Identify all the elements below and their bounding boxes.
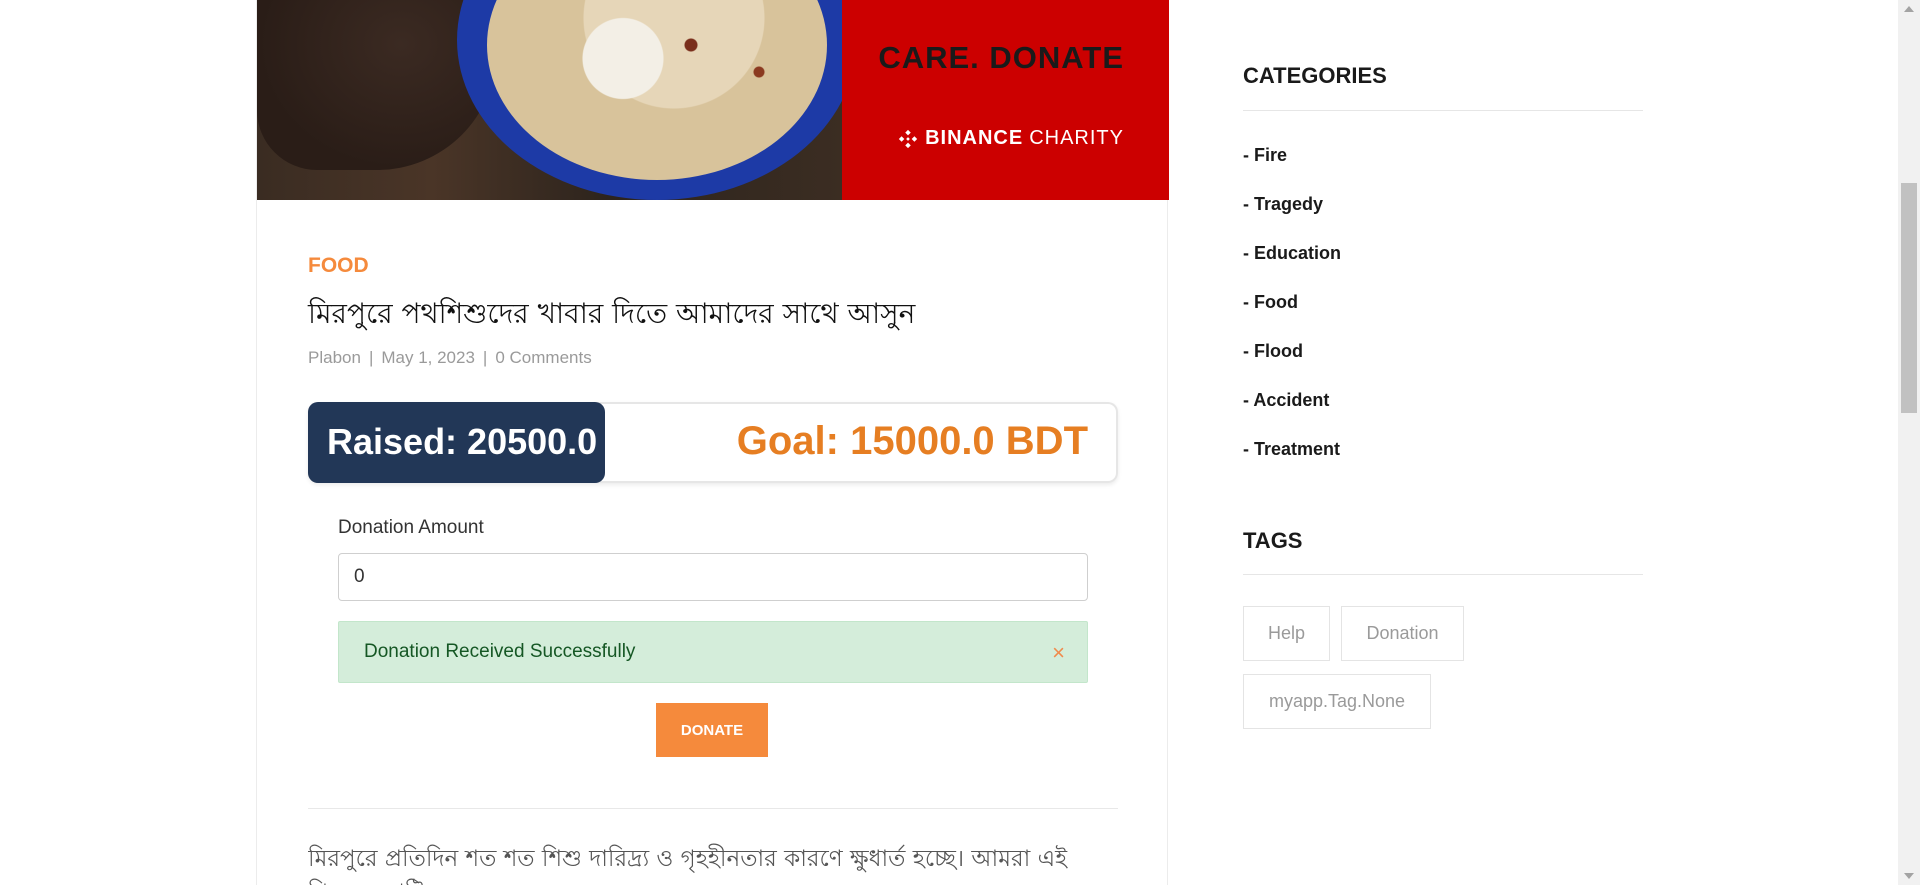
hero-banner: CARE. DONATE BINANCE CHARITY	[842, 0, 1169, 200]
scrollbar-thumb[interactable]	[1901, 183, 1917, 413]
post-category[interactable]: FOOD	[308, 254, 369, 278]
category-link-flood[interactable]: - Flood	[1243, 341, 1303, 361]
binance-charity-logo: BINANCE CHARITY	[897, 127, 1124, 150]
hero-image: CARE. DONATE BINANCE CHARITY	[257, 0, 1169, 200]
category-item-education: - Education	[1243, 243, 1341, 292]
category-item-fire: - Fire	[1243, 145, 1341, 194]
tag-donation[interactable]: Donation	[1341, 606, 1464, 661]
binance-logo-icon	[898, 129, 918, 148]
brand-name: BINANCE	[925, 127, 1024, 149]
food-photo	[257, 0, 842, 200]
post-body: মিরপুরে প্রতিদিন শত শত শিশু দারিদ্র্য ও …	[308, 846, 1068, 885]
donation-amount-input[interactable]	[338, 553, 1088, 601]
category-link-treatment[interactable]: - Treatment	[1243, 439, 1340, 459]
alert-message: Donation Received Successfully	[364, 641, 636, 662]
meta-separator: |	[368, 348, 374, 367]
donate-button[interactable]: DONATE	[656, 703, 768, 757]
category-item-food: - Food	[1243, 292, 1341, 341]
categories-divider	[1243, 110, 1643, 111]
category-item-treatment: - Treatment	[1243, 439, 1341, 488]
page-scrollbar[interactable]	[1898, 0, 1920, 885]
meta-separator: |	[482, 348, 488, 367]
post-meta: Plabon | May 1, 2023 | 0 Comments	[308, 348, 592, 368]
raised-amount: Raised: 20500.0 BDT	[327, 421, 682, 462]
category-link-tragedy[interactable]: - Tragedy	[1243, 194, 1323, 214]
tag-none[interactable]: myapp.Tag.None	[1243, 674, 1431, 729]
article-card: CARE. DONATE BINANCE CHARITY FOOD মিরপুর…	[256, 0, 1169, 885]
category-list: - Fire - Tragedy - Education - Food - Fl…	[1243, 145, 1341, 488]
category-item-flood: - Flood	[1243, 341, 1341, 390]
tags-divider	[1243, 574, 1643, 575]
category-link-education[interactable]: - Education	[1243, 243, 1341, 263]
post-author[interactable]: Plabon	[308, 348, 361, 368]
divider	[308, 808, 1118, 809]
scroll-up-icon[interactable]	[1904, 6, 1914, 12]
category-link-accident[interactable]: - Accident	[1243, 390, 1329, 410]
category-item-tragedy: - Tragedy	[1243, 194, 1341, 243]
scroll-down-icon[interactable]	[1904, 873, 1914, 879]
categories-title: CATEGORIES	[1243, 63, 1387, 88]
close-icon[interactable]: ×	[1052, 640, 1065, 666]
category-link-food[interactable]: - Food	[1243, 292, 1298, 312]
category-item-accident: - Accident	[1243, 390, 1341, 439]
donation-amount-label: Donation Amount	[338, 517, 484, 538]
goal-amount: Goal: 15000.0 BDT	[736, 419, 1088, 463]
category-link-fire[interactable]: - Fire	[1243, 145, 1287, 165]
hero-tagline: CARE. DONATE	[878, 40, 1124, 75]
success-alert: Donation Received Successfully ×	[338, 621, 1088, 683]
post-title: মিরপুরে পথশিশুদের খাবার দিতে আমাদের সাথে…	[308, 297, 916, 330]
tag-help[interactable]: Help	[1243, 606, 1330, 661]
brand-suffix: CHARITY	[1029, 127, 1124, 149]
donation-progress-bar: Raised: 20500.0 BDT Goal: 15000.0 BDT	[308, 402, 1118, 483]
sidebar: CATEGORIES - Fire - Tragedy - Education …	[1243, 0, 1643, 885]
tags-title: TAGS	[1243, 528, 1303, 553]
post-comments-link[interactable]: 0 Comments	[495, 348, 591, 368]
post-date: May 1, 2023	[381, 348, 475, 367]
